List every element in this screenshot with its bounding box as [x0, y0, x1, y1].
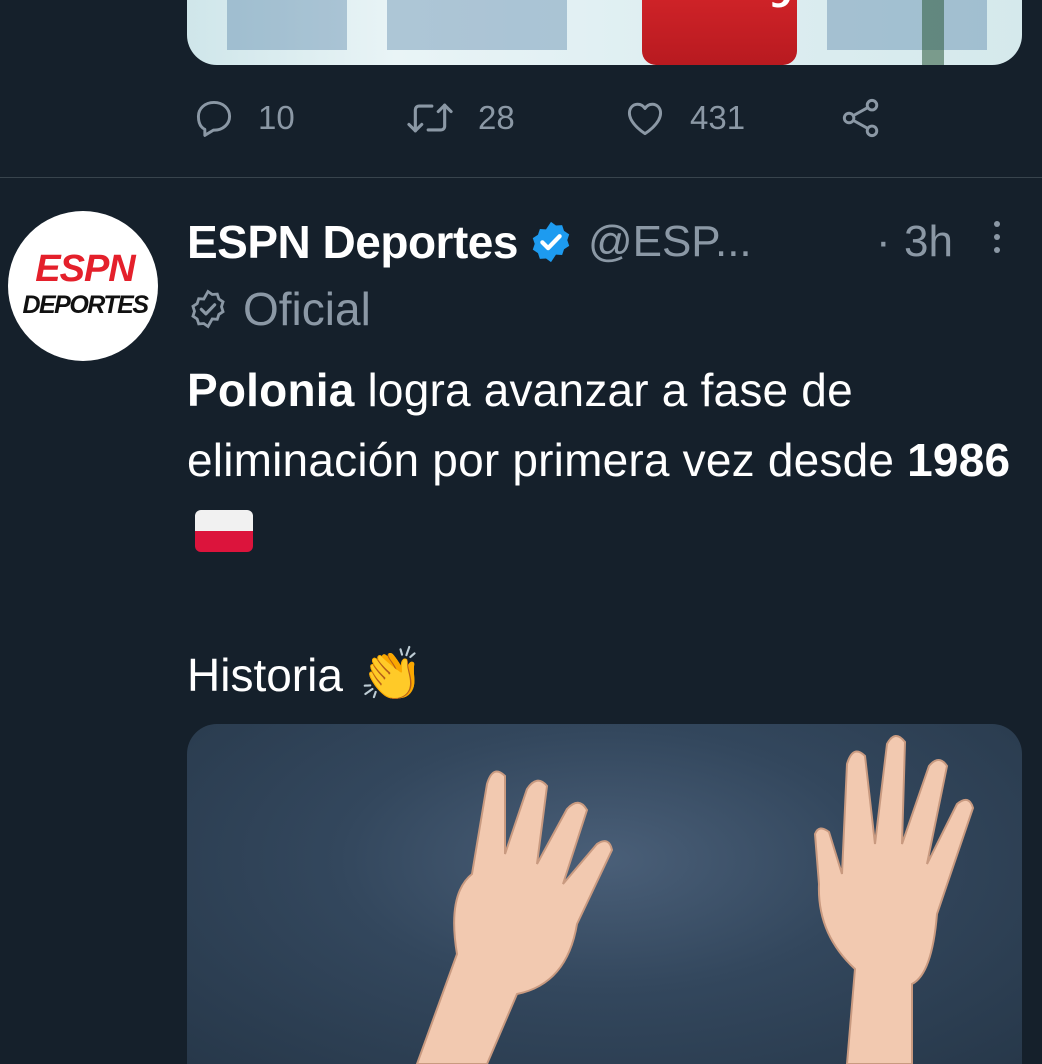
more-icon-dot — [994, 247, 1000, 253]
reply-button[interactable]: 10 — [192, 96, 295, 140]
verified-badge-icon — [532, 221, 570, 263]
like-button[interactable]: 431 — [622, 96, 745, 140]
tweet-text: Polonia logra avanzar a fase de eliminac… — [187, 355, 1027, 565]
player-leg — [922, 0, 944, 65]
retweet-button[interactable]: 28 — [404, 96, 515, 140]
avatar-logo-espn: ESPN — [35, 248, 135, 290]
media-background — [387, 0, 567, 50]
previous-tweet-media[interactable]: 9 — [187, 0, 1022, 65]
tweet-text-bold-team: Polonia — [187, 364, 355, 416]
official-badge-icon — [191, 289, 225, 329]
poland-flag-icon — [195, 509, 253, 552]
author-name[interactable]: ESPN Deportes — [187, 215, 518, 269]
more-icon — [994, 221, 1000, 227]
heart-icon — [627, 102, 663, 136]
retweet-count: 28 — [478, 99, 515, 136]
raised-hands-illustration — [415, 735, 975, 1064]
avatar-logo-deportes: DEPORTES — [22, 291, 149, 319]
more-options-button[interactable] — [990, 221, 1004, 261]
official-label: Oficial — [187, 282, 371, 336]
tweet-divider — [0, 177, 1042, 178]
retweet-icon — [407, 103, 453, 133]
share-icon — [842, 98, 879, 138]
separator-dot: · — [876, 217, 891, 266]
reply-icon — [196, 100, 232, 137]
avatar[interactable]: ESPN DEPORTES — [8, 211, 158, 361]
tweet-text-historia: Historia — [187, 649, 343, 701]
tweet-text-line-2: Historia 👏 — [187, 640, 424, 710]
like-count: 431 — [690, 99, 746, 136]
tweet-header: ESPN Deportes @ESP... — [187, 212, 752, 272]
share-button[interactable] — [838, 96, 884, 140]
tweet-timestamp[interactable]: 3h — [904, 212, 953, 272]
clapping-hands-icon: 👏 — [358, 646, 424, 704]
jersey-number: 9 — [769, 0, 793, 16]
author-handle[interactable]: @ESP... — [588, 217, 752, 267]
tweet-text-bold-year: 1986 — [907, 434, 1011, 486]
tweet-media-image[interactable] — [187, 724, 1022, 1064]
previous-tweet-actions: 10 28 431 — [0, 96, 1042, 152]
reply-count: 10 — [258, 99, 295, 136]
more-icon-dot — [994, 234, 1000, 240]
media-background — [827, 0, 987, 50]
media-background — [227, 0, 347, 50]
official-text: Oficial — [243, 283, 371, 335]
